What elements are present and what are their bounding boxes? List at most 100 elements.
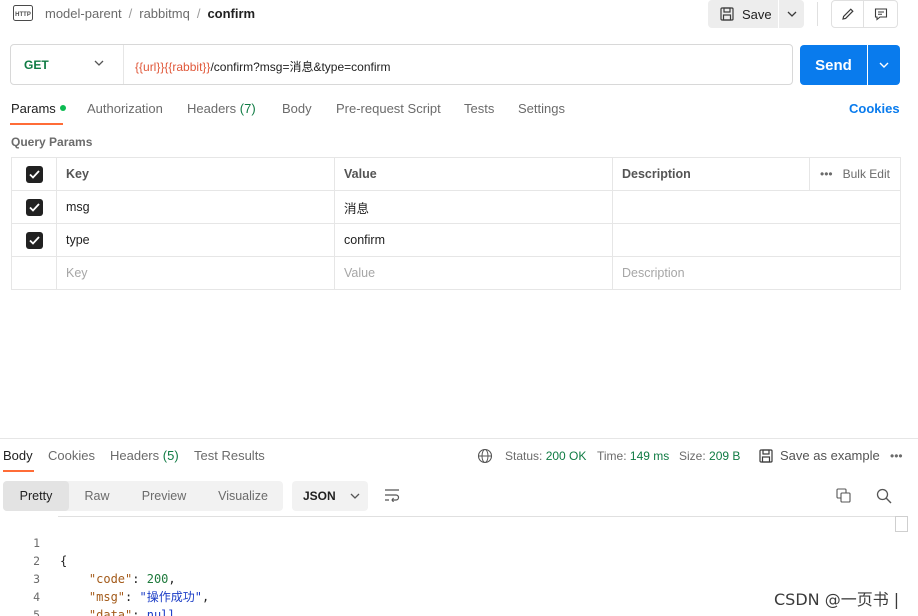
new-value-input[interactable]: Value (335, 257, 613, 289)
watermark: CSDN @一页书 | (774, 590, 900, 609)
breadcrumb-item-rabbitmq[interactable]: rabbitmq (139, 6, 190, 21)
chevron-down-icon (350, 493, 360, 499)
code-line: 3 "msg": "操作成功", (0, 552, 900, 604)
svg-text:HTTP: HTTP (15, 12, 31, 18)
language-select[interactable]: JSON (292, 481, 368, 511)
tab-params[interactable]: Params (11, 101, 66, 116)
top-bar: HTTP model-parent / rabbitmq / confirm Save (0, 0, 918, 28)
save-options-dropdown[interactable] (779, 0, 804, 28)
code-text: "data": null (60, 606, 176, 616)
language-label: JSON (303, 489, 336, 503)
send-button[interactable]: Send (800, 45, 867, 85)
breadcrumb-separator: / (196, 6, 201, 21)
tab-authorization[interactable]: Authorization (87, 101, 163, 116)
param-key[interactable]: msg (57, 191, 335, 223)
request-tabs: Params Authorization Headers (7) Body Pr… (0, 101, 918, 125)
request-url-bar: GET {{url}}{{rabbit}}/confirm?msg=消息&typ… (10, 44, 793, 85)
chevron-down-icon (94, 60, 104, 66)
globe-icon[interactable] (477, 448, 493, 464)
tab-prerequest-script[interactable]: Pre-request Script (336, 101, 441, 116)
format-visualize[interactable]: Visualize (203, 481, 283, 511)
method-label: GET (24, 57, 49, 72)
tab-response-body[interactable]: Body (3, 448, 33, 463)
search-icon[interactable] (876, 488, 892, 504)
save-button[interactable]: Save (708, 0, 778, 28)
code-line: 5 } (0, 588, 900, 616)
cookies-link[interactable]: Cookies (849, 101, 900, 116)
new-description-input[interactable]: Description (613, 257, 900, 289)
param-value[interactable]: confirm (335, 224, 613, 256)
row-checkbox[interactable] (25, 198, 43, 216)
tab-response-headers-label: Headers (110, 448, 160, 463)
url-variable-rabbit: {{rabbit}} (164, 60, 211, 74)
http-request-icon: HTTP (13, 5, 33, 21)
row-checkbox-cell (12, 224, 57, 256)
copy-icon[interactable] (836, 488, 851, 503)
chevron-down-icon (787, 11, 796, 17)
edit-button[interactable] (831, 0, 864, 28)
table-row-new: Key Value Description (12, 257, 900, 290)
query-params-table: Key Value Description ••• Bulk Edit msg … (11, 157, 901, 290)
breadcrumb-item-model-parent[interactable]: model-parent (45, 6, 122, 21)
tab-params-label: Params (11, 101, 56, 116)
status-readout[interactable]: Status: 200 OK (505, 449, 586, 463)
time-readout[interactable]: Time: 149 ms (597, 449, 669, 463)
param-key[interactable]: type (57, 224, 335, 256)
format-pretty[interactable]: Pretty (3, 481, 69, 511)
table-header-row: Key Value Description ••• Bulk Edit (12, 158, 900, 191)
save-as-example-label: Save as example (780, 448, 880, 463)
tab-test-results[interactable]: Test Results (194, 448, 265, 463)
response-divider (0, 438, 918, 439)
pencil-icon (841, 8, 854, 20)
format-preview[interactable]: Preview (125, 481, 203, 511)
time-label: Time: (597, 449, 627, 463)
active-response-tab-indicator (3, 470, 34, 472)
size-label: Size: (679, 449, 706, 463)
select-all-cell (12, 158, 57, 190)
code-line: 4 "data": null (0, 570, 900, 616)
size-readout[interactable]: Size: 209 B (679, 449, 740, 463)
row-checkbox-cell (12, 191, 57, 223)
time-value: 149 ms (629, 449, 670, 463)
comments-button[interactable] (864, 0, 898, 28)
line-number: 5 (33, 608, 40, 616)
tab-headers-label: Headers (187, 101, 237, 116)
url-path: /confirm?msg=消息&type=confirm (210, 60, 391, 74)
tab-response-cookies[interactable]: Cookies (48, 448, 95, 463)
tab-tests[interactable]: Tests (464, 101, 494, 116)
tab-response-headers[interactable]: Headers (5) (110, 448, 179, 463)
format-raw[interactable]: Raw (69, 481, 125, 511)
send-options-dropdown[interactable] (868, 45, 900, 85)
save-icon (759, 448, 773, 463)
bulk-edit-button[interactable]: Bulk Edit (843, 167, 890, 181)
save-icon (720, 7, 734, 21)
check-icon (28, 169, 40, 179)
wrap-lines-icon[interactable] (384, 488, 400, 502)
breadcrumb-current[interactable]: confirm (207, 6, 255, 21)
method-select[interactable]: GET (11, 45, 123, 84)
response-more-options[interactable]: ••• (890, 449, 903, 463)
tab-settings[interactable]: Settings (518, 101, 565, 116)
json-key-data: "data" (88, 608, 133, 616)
param-description[interactable] (613, 191, 900, 223)
save-label: Save (742, 6, 772, 22)
more-options-icon[interactable]: ••• (820, 167, 833, 181)
new-key-input[interactable]: Key (57, 257, 335, 289)
tab-body[interactable]: Body (282, 101, 312, 116)
column-header-value: Value (335, 158, 613, 190)
chevron-down-icon (879, 62, 889, 68)
active-tab-indicator (10, 123, 63, 125)
code-line: 2 "code": 200, (0, 534, 900, 586)
check-icon (28, 202, 40, 212)
param-value[interactable]: 消息 (335, 191, 613, 223)
url-input[interactable]: {{url}}{{rabbit}}/confirm?msg=消息&type=co… (135, 58, 391, 75)
code-line: 1 { (0, 516, 900, 568)
table-row: type confirm (12, 224, 900, 257)
param-description[interactable] (613, 224, 900, 256)
select-all-checkbox[interactable] (25, 165, 43, 183)
tab-headers[interactable]: Headers (7) (187, 101, 256, 116)
save-as-example-button[interactable]: Save as example (759, 448, 880, 463)
status-value: 200 OK (545, 449, 587, 463)
row-checkbox[interactable] (25, 231, 43, 249)
row-checkbox-cell (12, 257, 57, 289)
